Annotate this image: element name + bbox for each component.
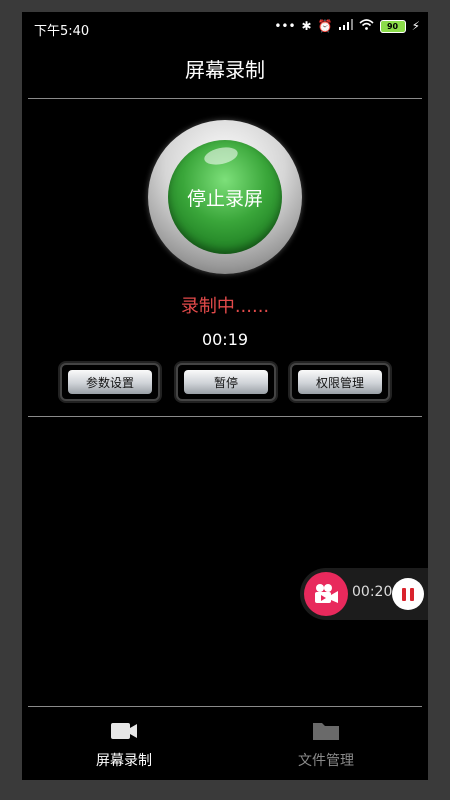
floating-recorder-widget[interactable]: 00:20 bbox=[300, 568, 428, 620]
pause-button[interactable]: 暂停 bbox=[176, 363, 276, 401]
content-divider bbox=[28, 416, 422, 417]
button-gloss bbox=[202, 144, 240, 168]
video-camera-icon bbox=[111, 723, 137, 739]
nav-item-file-manager[interactable]: 文件管理 bbox=[256, 720, 396, 770]
page-title: 屏幕录制 bbox=[185, 58, 265, 82]
pause-icon bbox=[402, 587, 406, 601]
permissions-button[interactable]: 权限管理 bbox=[290, 363, 390, 401]
more-dots-icon: ••• bbox=[274, 19, 296, 33]
charging-icon: ⚡ bbox=[411, 19, 420, 33]
folder-icon bbox=[313, 723, 339, 740]
nav-label-file-manager: 文件管理 bbox=[298, 753, 354, 769]
stop-recording-button[interactable]: 停止录屏 bbox=[168, 140, 282, 254]
app-screen: 下午5:40 ••• ✱ ⏰ 90 ⚡ 屏幕录制 停止录屏 录制中...... … bbox=[22, 12, 428, 780]
wifi-icon bbox=[359, 19, 374, 33]
bluetooth-icon: ✱ bbox=[301, 19, 312, 33]
nav-item-screen-record[interactable]: 屏幕录制 bbox=[54, 720, 194, 770]
permissions-button-label: 权限管理 bbox=[298, 370, 382, 394]
status-bar: 下午5:40 ••• ✱ ⏰ 90 ⚡ bbox=[22, 12, 428, 44]
settings-button[interactable]: 参数设置 bbox=[60, 363, 160, 401]
nav-label-screen-record: 屏幕录制 bbox=[96, 753, 152, 769]
floating-timer: 00:20 bbox=[352, 584, 393, 600]
stop-recording-label: 停止录屏 bbox=[186, 187, 263, 210]
action-buttons: 参数设置 暂停 权限管理 bbox=[60, 363, 390, 401]
settings-button-label: 参数设置 bbox=[68, 370, 152, 394]
bottom-nav-divider bbox=[28, 706, 422, 707]
video-camera-icon[interactable] bbox=[304, 572, 348, 616]
status-icons: ••• ✱ ⏰ 90 ⚡ bbox=[274, 19, 420, 33]
signal-icon bbox=[338, 19, 353, 33]
recording-status: 录制中...... bbox=[180, 296, 270, 317]
battery-icon: 90 bbox=[379, 19, 406, 33]
bottom-nav: 屏幕录制 文件管理 bbox=[22, 708, 428, 780]
status-time: 下午5:40 bbox=[34, 24, 90, 39]
pause-icon-bar bbox=[410, 587, 414, 601]
record-button-ring: 停止录屏 bbox=[148, 120, 302, 274]
pause-button-label: 暂停 bbox=[184, 370, 268, 394]
floating-pause-button[interactable] bbox=[392, 578, 424, 610]
recording-timer: 00:19 bbox=[201, 330, 249, 349]
header-divider bbox=[28, 98, 422, 99]
alarm-icon: ⏰ bbox=[317, 19, 333, 33]
